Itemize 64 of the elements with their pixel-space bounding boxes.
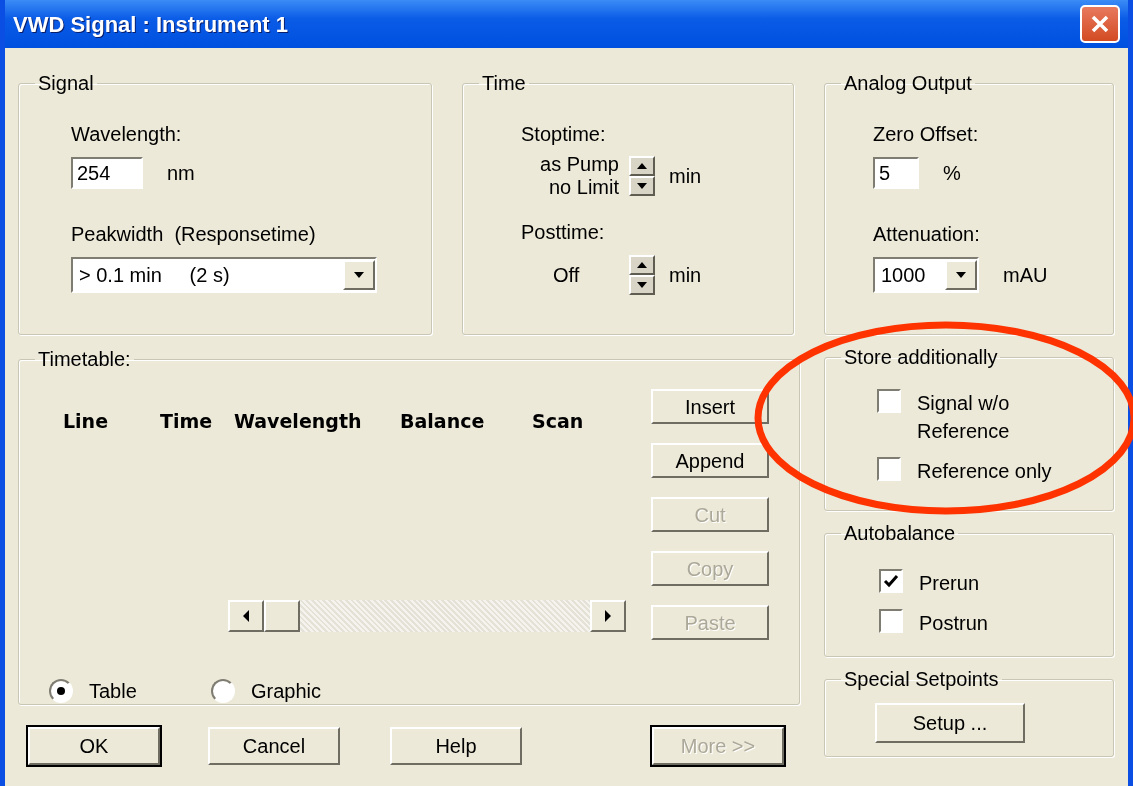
- field-label: Wavelength:: [71, 122, 183, 147]
- group-title: Timetable:: [37, 349, 132, 369]
- unit-label: mAU: [1003, 263, 1048, 288]
- button[interactable]: Insert: [651, 389, 769, 424]
- field-value: Off: [552, 263, 581, 288]
- setup-button[interactable]: Setup ...: [875, 703, 1025, 743]
- radio-button[interactable]: [211, 679, 235, 703]
- checkbox-label: Signal w/o Reference: [917, 391, 1011, 444]
- left-arrow-icon: [243, 609, 249, 622]
- field-label: Peakwidth (Responsetime): [71, 222, 317, 247]
- dropdown[interactable]: > 0.1 min (2 s): [71, 257, 377, 293]
- window-title: VWD Signal : Instrument 1: [13, 10, 289, 39]
- radio-label: Table: [89, 679, 137, 704]
- spin-button[interactable]: [629, 156, 655, 196]
- checkbox-label: Postrun: [919, 611, 988, 636]
- checkbox[interactable]: [879, 569, 903, 593]
- checkbox[interactable]: [879, 609, 903, 633]
- unit-label: %: [943, 161, 961, 186]
- button[interactable]: Cancel: [208, 727, 340, 765]
- up-arrow-icon: [637, 262, 647, 268]
- close-icon: [1090, 14, 1110, 34]
- input-field[interactable]: 254: [71, 157, 143, 189]
- check-icon: [883, 574, 899, 588]
- dropdown-arrow-icon: [354, 272, 364, 278]
- column-header: Balance: [400, 409, 486, 434]
- button[interactable]: OK: [28, 727, 160, 765]
- spin-button[interactable]: [629, 255, 655, 295]
- right-arrow-icon: [605, 609, 611, 622]
- group-title: Analog Output: [843, 73, 973, 93]
- checkbox-label: Reference only: [917, 459, 1052, 484]
- group-title: Signal: [37, 73, 95, 93]
- group-title: Autobalance: [843, 523, 957, 543]
- horizontal-scrollbar[interactable]: [228, 599, 626, 632]
- column-header: Wavelength: [234, 409, 363, 434]
- field-label: Stoptime:: [521, 122, 607, 147]
- unit-label: nm: [167, 161, 195, 186]
- down-arrow-icon: [637, 183, 647, 189]
- button[interactable]: Help: [390, 727, 522, 765]
- up-arrow-icon: [637, 163, 647, 169]
- button[interactable]: Append: [651, 443, 769, 478]
- radio-button[interactable]: [49, 679, 73, 703]
- field-value: as Pump no Limit: [539, 153, 619, 199]
- checkbox-label: Prerun: [919, 571, 980, 596]
- dropdown-value: 1000: [881, 263, 926, 288]
- group-title: Special Setpoints: [843, 669, 1000, 689]
- dropdown-value: > 0.1 min (2 s): [79, 263, 230, 288]
- checkbox[interactable]: [877, 389, 901, 413]
- dropdown-arrow-icon: [956, 272, 966, 278]
- input-field[interactable]: 5: [873, 157, 919, 189]
- column-header: Line: [63, 409, 110, 434]
- column-header: Scan: [532, 409, 585, 434]
- group-title: Time: [481, 73, 527, 93]
- unit-label: min: [669, 164, 702, 189]
- radio-label: Graphic: [251, 679, 322, 704]
- dropdown[interactable]: 1000: [873, 257, 979, 293]
- group-title: Store additionally: [843, 347, 999, 367]
- field-label: Zero Offset:: [873, 122, 980, 147]
- checkbox[interactable]: [877, 457, 901, 481]
- down-arrow-icon: [637, 282, 647, 288]
- unit-label: min: [669, 263, 702, 288]
- column-header: Time: [160, 409, 214, 434]
- field-label: Attenuation:: [873, 222, 981, 247]
- field-label: Posttime:: [521, 220, 606, 245]
- close-button[interactable]: [1080, 5, 1120, 43]
